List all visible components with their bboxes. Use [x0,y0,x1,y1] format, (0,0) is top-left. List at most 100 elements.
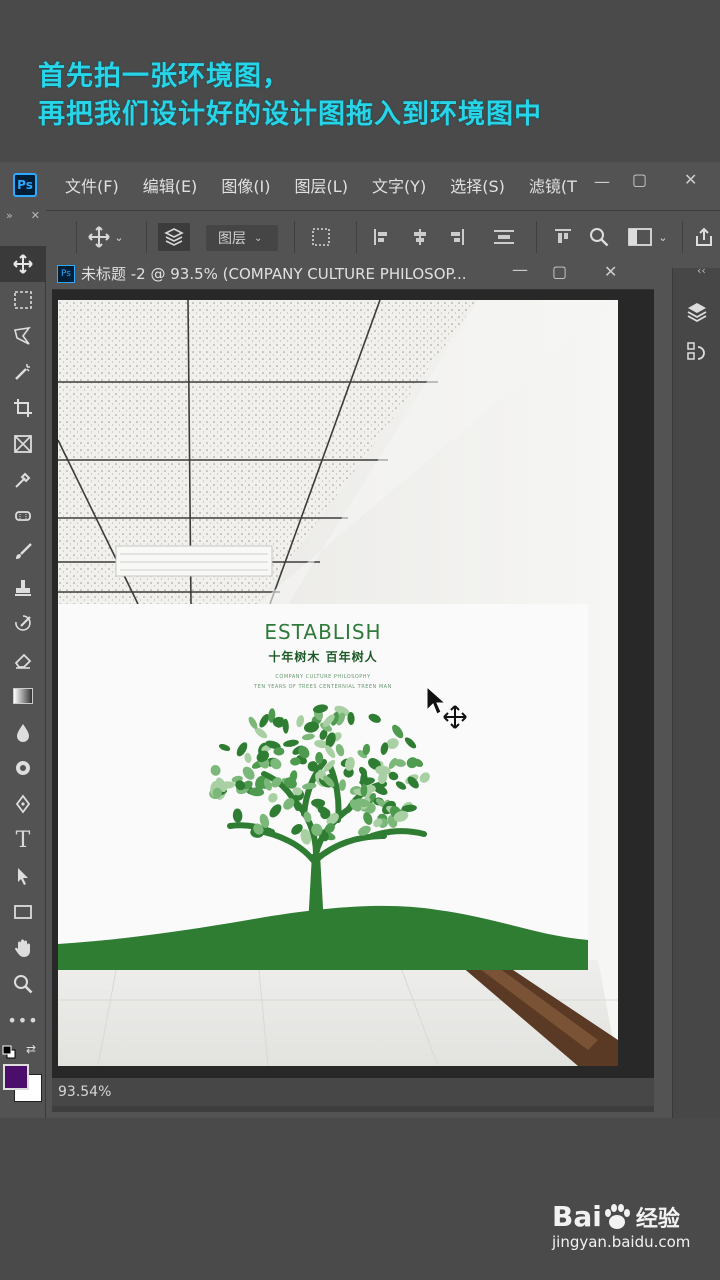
zoom-level[interactable]: 93.54% [58,1084,111,1100]
search-icon[interactable] [586,223,612,251]
tree-leaf [210,765,221,776]
swap-colors-icon[interactable]: ⇄ [26,1042,42,1058]
type-tool[interactable]: T [0,822,46,858]
menu-filter[interactable]: 滤镜(T [529,173,577,197]
eraser-tool[interactable] [0,642,46,678]
tree-leaf [268,793,278,803]
tree-leaf [315,752,324,764]
tree-leaf [301,733,315,741]
close-button[interactable]: ✕ [684,170,697,189]
design-poster[interactable]: ESTABLISH 十年树木 百年树人 COMPANY CULTURE PHIL… [58,604,588,970]
tree-leaf [218,743,231,752]
pen-tool[interactable] [0,786,46,822]
doc-restore-button[interactable]: ▢ [552,262,567,281]
layer-dropdown[interactable]: 图层 ⌄ [206,225,278,251]
lasso-tool[interactable] [0,318,46,354]
workspace-icon[interactable]: ⌄ [626,223,670,251]
layers-icon[interactable] [673,294,720,330]
photoshop-window: Ps 文件(F) 编辑(E) 图像(I) 图层(L) 文字(Y) 选择(S) 滤… [0,162,720,1118]
align-left-icon[interactable] [370,223,394,251]
doc-minimize-button[interactable]: — [512,260,528,279]
doc-close-button[interactable]: ✕ [604,262,617,281]
brush-tool[interactable] [0,534,46,570]
watermark-brand: Bai [552,1200,602,1233]
menu-select[interactable]: 选择(S) [450,173,505,197]
paw-icon [604,1203,630,1229]
watermark-brand-cn: 经验 [635,1206,680,1232]
zoom-tool[interactable] [0,966,46,1002]
move-icon[interactable]: ⌄ [86,223,126,251]
document-title: 未标题 -2 @ 93.5% (COMPANY CULTURE PHILOSOP… [81,265,467,283]
menu-bar: Ps 文件(F) 编辑(E) 图像(I) 图层(L) 文字(Y) 选择(S) 滤… [0,162,720,208]
dodge-tool[interactable] [0,750,46,786]
layer-dropdown-label: 图层 [218,231,246,247]
tree-leaf [368,713,381,723]
tutorial-caption: 首先拍一张环境图， 再把我们设计好的设计图拖入到环境图中 [38,58,698,134]
align-top-icon[interactable] [550,223,576,251]
tree-leaf [283,739,299,747]
menu-image[interactable]: 图像(I) [221,173,270,197]
tree-leaf [296,715,305,728]
more-tools[interactable]: ••• [0,1002,46,1038]
collapse-toolbar-button[interactable]: » [6,209,13,222]
transform-controls-icon[interactable] [306,223,336,251]
path-selection-tool[interactable] [0,858,46,894]
poster-subtitle: 十年树木 百年树人 [268,650,378,664]
menu-edit[interactable]: 编辑(E) [143,173,198,197]
tree-leaf [244,752,252,764]
default-colors-icon[interactable] [2,1044,16,1059]
tree-leaf [363,812,373,825]
tree-leaf [302,782,317,790]
canvas-area[interactable]: ESTABLISH 十年树木 百年树人 COMPANY CULTURE PHIL… [52,290,654,1078]
tree-illustration [58,704,588,970]
align-right-icon[interactable] [444,223,468,251]
crop-tool[interactable] [0,390,46,426]
marquee-tool[interactable] [0,282,46,318]
history-brush-tool[interactable] [0,606,46,642]
tree-leaf [404,737,417,749]
watermark-url: jingyan.baidu.com [552,1233,691,1251]
options-bar: ⌄ 图层 ⌄ ⌄ [0,210,720,262]
document-window: Ps 未标题 -2 @ 93.5% (COMPANY CULTURE PHILO… [52,258,654,1112]
gradient-tool[interactable] [0,678,46,714]
distribute-icon[interactable] [490,223,518,251]
rectangle-tool[interactable] [0,894,46,930]
environment-photo: ESTABLISH 十年树木 百年树人 COMPANY CULTURE PHIL… [58,300,618,1066]
baidu-jingyan-watermark: Bai 经验 jingyan.baidu.com [552,1200,712,1270]
menu-file[interactable]: 文件(F) [65,173,119,197]
toolbar-header: » ✕ [0,206,46,224]
right-panel-dock: ‹‹ [672,264,720,1118]
collapse-panels-button[interactable]: ‹‹ [697,264,706,277]
clone-stamp-tool[interactable] [0,570,46,606]
magic-wand-tool[interactable] [0,354,46,390]
tree-leaf [269,804,282,818]
move-cursor-icon [442,704,468,734]
restore-button[interactable]: ▢ [632,170,647,189]
hand-tool[interactable] [0,930,46,966]
caption-line-1: 首先拍一张环境图， [38,61,290,92]
move-tool[interactable] [0,246,46,282]
blur-tool[interactable] [0,714,46,750]
tree-leaf [232,808,243,823]
menu-type[interactable]: 文字(Y) [372,173,426,197]
ps-logo: Ps [13,173,37,197]
close-toolbar-button[interactable]: ✕ [31,209,40,222]
eyedropper-tool[interactable] [0,462,46,498]
foreground-color-swatch[interactable] [3,1064,29,1090]
minimize-button[interactable]: — [594,172,610,191]
poster-title: ESTABLISH [264,620,382,644]
tree-leaf [392,724,404,739]
align-center-icon[interactable] [408,223,432,251]
status-bar: 93.54% [52,1078,654,1106]
poster-line-1: COMPANY CULTURE PHILOSOPHY [275,674,371,680]
history-icon[interactable] [673,334,720,370]
ps-document-icon: Ps [57,264,75,283]
poster-line-2: TEN YEARS OF TREES CENTERNIAL TREEN MAN [254,684,392,690]
frame-tool[interactable] [0,426,46,462]
share-icon[interactable] [690,223,718,251]
chevron-down-icon: ⌄ [254,232,263,244]
menu-layer[interactable]: 图层(L) [295,173,348,197]
auto-select-icon[interactable] [158,223,190,251]
caption-line-2: 再把我们设计好的设计图拖入到环境图中 [38,99,542,130]
spot-healing-tool[interactable] [0,498,46,534]
